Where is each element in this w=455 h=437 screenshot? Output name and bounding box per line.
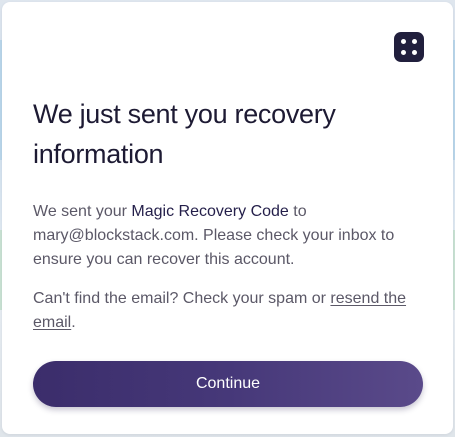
help-suffix: . [71, 314, 76, 331]
magic-recovery-code-label: Magic Recovery Code [131, 203, 289, 220]
help-text: Can't find the email? Check your spam or [33, 290, 331, 307]
blockstack-logo-icon [394, 32, 424, 62]
help-message: Can't find the email? Check your spam or… [33, 287, 423, 335]
message-intro: We sent your [33, 203, 132, 220]
recovery-dialog: We just sent you recovery information We… [2, 2, 453, 434]
continue-button[interactable]: Continue [33, 361, 423, 407]
dialog-title: We just sent you recovery information [33, 99, 336, 169]
recovery-message: We sent your Magic Recovery Code to mary… [33, 200, 423, 272]
